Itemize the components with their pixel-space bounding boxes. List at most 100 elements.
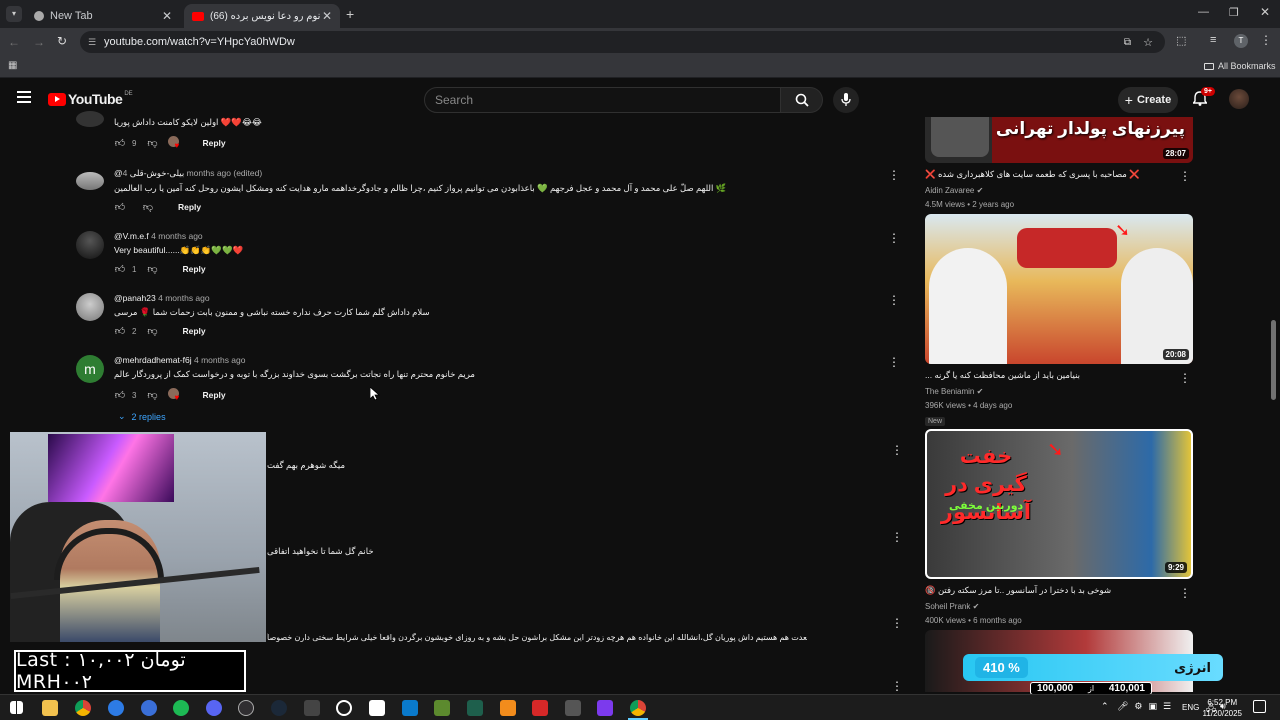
commenter-avatar[interactable]	[76, 172, 104, 190]
windows-start-icon[interactable]	[10, 701, 23, 714]
comment-menu-icon[interactable]: ⋮	[888, 168, 900, 182]
channel-name[interactable]: The Beniamin ✔︎	[925, 387, 1195, 396]
bookmark-star-icon[interactable]: ☆	[1143, 36, 1153, 49]
monitor-icon[interactable]	[565, 700, 581, 716]
chrome-menu-icon[interactable]: ⋮	[1260, 33, 1272, 47]
apps-grid-icon[interactable]: ▦	[8, 60, 17, 71]
like-icon[interactable]: 👍︎	[114, 263, 126, 275]
comment-author[interactable]: @panah23	[114, 293, 156, 303]
notifications-button[interactable]: 9+	[1192, 87, 1215, 111]
voice-search-button[interactable]	[833, 87, 859, 113]
commenter-avatar[interactable]: m	[76, 355, 104, 383]
back-icon[interactable]: ←	[8, 35, 20, 49]
rider-icon[interactable]	[597, 700, 613, 716]
video-title[interactable]: بنیامین باید از ماشین محافظت کنه یا گرنه…	[925, 370, 1175, 381]
obs-icon[interactable]	[238, 700, 254, 716]
notification-center-icon[interactable]	[1253, 700, 1266, 713]
all-bookmarks-button[interactable]: All Bookmarks	[1204, 61, 1276, 71]
dislike-icon[interactable]: 👎︎	[146, 137, 158, 149]
reload-icon[interactable]: ↻	[57, 34, 67, 48]
file-explorer-icon[interactable]	[42, 700, 58, 716]
discord-icon[interactable]	[206, 700, 222, 716]
steam-icon[interactable]	[271, 700, 287, 716]
reply-button[interactable]: Reply	[182, 264, 205, 274]
like-icon[interactable]: 👍︎	[114, 201, 126, 213]
video-thumbnail[interactable]: خفت گیری در آسانسور دوربین مخفی ➘ 9:29	[925, 429, 1193, 579]
view-replies-button[interactable]: ⌄ 2 replies	[118, 411, 894, 422]
system-clock[interactable]: 6:52 PM 11/20/2025	[1203, 697, 1242, 719]
comment-time[interactable]: 4 months ago	[194, 355, 246, 365]
youtube-logo[interactable]: YouTube DE	[48, 91, 133, 107]
comment-menu-icon[interactable]: ⋮	[891, 679, 903, 693]
forward-icon[interactable]: →	[33, 35, 45, 49]
video-thumbnail[interactable]: پیرزنهای پولدار تهرانی 28:07	[925, 117, 1193, 163]
comment-author[interactable]: @mehrdadhemat-f6j	[114, 355, 192, 365]
close-tab-icon[interactable]: ✕	[322, 9, 332, 23]
vscode-icon[interactable]	[402, 700, 418, 716]
edge-icon[interactable]	[108, 700, 124, 716]
dislike-icon[interactable]: 👎︎	[146, 389, 158, 401]
app-icon[interactable]	[532, 700, 548, 716]
comment-menu-icon[interactable]: ⋮	[888, 293, 900, 307]
search-button[interactable]	[781, 87, 823, 113]
tab-new-tab[interactable]: New Tab ✕	[26, 4, 180, 28]
new-tab-button[interactable]: +	[346, 6, 354, 22]
vlc-icon[interactable]	[500, 700, 516, 716]
comment-menu-icon[interactable]: ⋮	[891, 443, 903, 457]
like-icon[interactable]: 👍︎	[114, 137, 126, 149]
extensions-icon[interactable]: ⬚	[1176, 34, 1186, 47]
dislike-icon[interactable]: 👎︎	[146, 263, 158, 275]
site-info-icon[interactable]: ☰	[88, 37, 96, 48]
video-thumbnail[interactable]: ➘ 20:08	[925, 214, 1193, 364]
sidebar-video[interactable]: ➘ 20:08 بنیامین باید از ماشین محافظت کنه…	[925, 214, 1195, 428]
capcut-icon[interactable]	[369, 700, 385, 716]
comment-menu-icon[interactable]: ⋮	[888, 355, 900, 369]
video-menu-icon[interactable]: ⋮	[1179, 586, 1191, 600]
minimize-icon[interactable]: —	[1198, 6, 1209, 18]
channel-name[interactable]: Aidin Zavaree ✔︎	[925, 186, 1195, 195]
app-icon[interactable]	[467, 700, 483, 716]
tab-search-button[interactable]: ▾	[6, 6, 22, 22]
create-button[interactable]: + Create	[1118, 87, 1178, 113]
browser-icon[interactable]	[141, 700, 157, 716]
dislike-icon[interactable]: 👎︎	[146, 325, 158, 337]
commenter-avatar[interactable]	[76, 293, 104, 321]
tab-youtube[interactable]: (66) این خانوم رو دعا نویس برده ✕	[184, 4, 340, 28]
account-avatar[interactable]	[1229, 89, 1249, 109]
chrome-icon[interactable]	[75, 700, 91, 716]
chrome-active-icon[interactable]	[630, 700, 646, 716]
comment-time[interactable]: 4 months ago	[158, 293, 210, 303]
minecraft-icon[interactable]	[434, 700, 450, 716]
channel-name[interactable]: Soheil Prank ✔︎	[925, 602, 1195, 611]
language-indicator[interactable]: ENG	[1182, 703, 1199, 712]
like-icon[interactable]: 👍︎	[114, 325, 126, 337]
reply-button[interactable]: Reply	[182, 326, 205, 336]
comment-menu-icon[interactable]: ⋮	[891, 530, 903, 544]
close-tab-icon[interactable]: ✕	[162, 9, 172, 23]
sidebar-video[interactable]: خفت گیری در آسانسور دوربین مخفی ➘ 9:29 ش…	[925, 429, 1195, 625]
reply-button[interactable]: Reply	[178, 202, 201, 212]
commenter-avatar[interactable]	[76, 111, 104, 127]
tray-icons[interactable]: 🎤︎⚙︎▣☰	[1117, 701, 1177, 712]
page-scrollbar[interactable]	[1271, 320, 1276, 400]
reply-button[interactable]: Reply	[202, 390, 225, 400]
dislike-icon[interactable]: 👎︎	[142, 201, 154, 213]
commenter-avatar[interactable]	[76, 231, 104, 259]
comment-menu-icon[interactable]: ⋮	[891, 616, 903, 630]
video-menu-icon[interactable]: ⋮	[1179, 371, 1191, 385]
close-window-icon[interactable]: ✕	[1260, 5, 1270, 19]
restore-icon[interactable]: ❐	[1229, 6, 1239, 19]
video-menu-icon[interactable]: ⋮	[1179, 169, 1191, 183]
video-title[interactable]: شوخی بد با دخترا در آسانسور ..تا مرز سکت…	[925, 585, 1175, 596]
video-title[interactable]: ❌ مصاحبه با پسری که طعمه سایت های کلاهبر…	[925, 169, 1175, 180]
search-input[interactable]: Search	[424, 87, 781, 113]
comment-menu-icon[interactable]: ⋮	[888, 231, 900, 245]
media-icon[interactable]: ≡	[1210, 34, 1216, 46]
address-bar[interactable]: ☰ youtube.com/watch?v=YHpcYa0hWDw ⧉ ☆	[80, 31, 1165, 53]
spotify-icon[interactable]	[173, 700, 189, 716]
search-app-icon[interactable]	[336, 700, 352, 716]
sidebar-video[interactable]: پیرزنهای پولدار تهرانی 28:07 ❌ مصاحبه با…	[925, 117, 1195, 209]
reply-button[interactable]: Reply	[202, 138, 225, 148]
comment-author[interactable]: @V.m.e.f	[114, 231, 149, 241]
calculator-icon[interactable]	[304, 700, 320, 716]
